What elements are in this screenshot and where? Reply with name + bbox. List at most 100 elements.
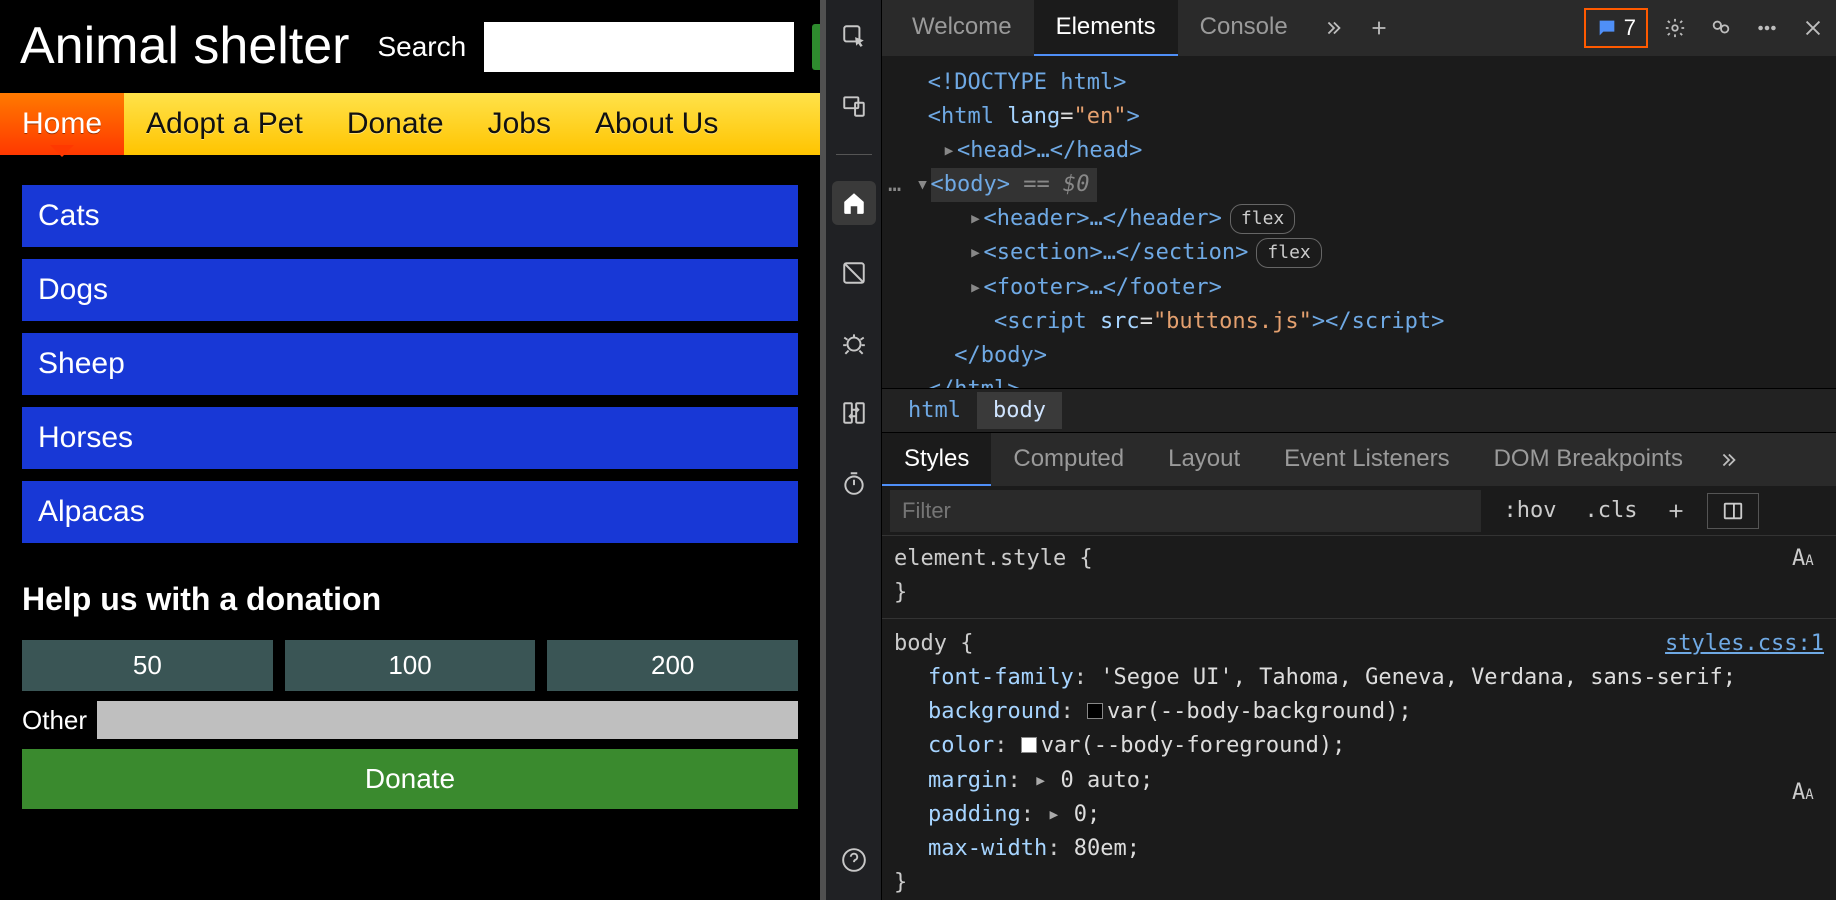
breadcrumb: html body — [882, 388, 1836, 432]
donate-50[interactable]: 50 — [22, 640, 273, 691]
stopwatch-icon[interactable] — [832, 461, 876, 505]
search-label: Search — [377, 31, 466, 63]
image-off-icon[interactable] — [832, 251, 876, 295]
devtools-main: Welcome Elements Console 7 <!DOCTYPE htm… — [882, 0, 1836, 900]
nav-about[interactable]: About Us — [573, 93, 740, 155]
page-content: Cats Dogs Sheep Horses Alpacas Help us w… — [0, 155, 820, 839]
donate-100[interactable]: 100 — [285, 640, 536, 691]
devtools: Welcome Elements Console 7 <!DOCTYPE htm… — [820, 0, 1836, 900]
dom-html-close[interactable]: </html> — [928, 377, 1021, 388]
nav-home[interactable]: Home — [0, 93, 124, 155]
selector-body[interactable]: body { — [894, 627, 973, 661]
collapse-icon[interactable]: ▾ — [915, 168, 931, 202]
dom-doctype[interactable]: <!DOCTYPE html> — [928, 70, 1127, 95]
inspect-icon[interactable] — [832, 14, 876, 58]
devtools-tabs: Welcome Elements Console 7 — [882, 0, 1836, 56]
tab-console[interactable]: Console — [1178, 0, 1310, 56]
animal-horses[interactable]: Horses — [22, 407, 798, 469]
filter-input[interactable] — [890, 490, 1481, 532]
nav-donate[interactable]: Donate — [325, 93, 466, 155]
donate-heading: Help us with a donation — [22, 581, 798, 618]
dom-script[interactable]: <script — [994, 309, 1100, 334]
new-rule-icon[interactable] — [1651, 486, 1701, 535]
search-input[interactable] — [484, 22, 794, 72]
body-rule-head: body { styles.css:1 — [894, 627, 1824, 661]
expand-icon[interactable]: ▸ — [1047, 802, 1074, 827]
animal-sheep[interactable]: Sheep — [22, 333, 798, 395]
hov-button[interactable]: :hov — [1489, 486, 1570, 535]
font-size-icon[interactable]: AA — [1792, 776, 1822, 806]
nav-adopt[interactable]: Adopt a Pet — [124, 93, 325, 155]
other-input[interactable] — [97, 701, 798, 739]
dom-html-open[interactable]: <html — [928, 104, 1007, 129]
sub-dom-breakpoints[interactable]: DOM Breakpoints — [1472, 433, 1705, 486]
swatch-icon[interactable] — [1021, 737, 1037, 753]
dom-body[interactable]: <body> — [931, 172, 1010, 197]
swatch-icon[interactable] — [1087, 703, 1103, 719]
prop-max-width[interactable]: max-width: 80em; — [894, 832, 1824, 866]
cls-button[interactable]: .cls — [1570, 486, 1651, 535]
search-wrap: Search go — [377, 22, 873, 72]
expand-icon[interactable]: ▸ — [1034, 768, 1061, 793]
feedback-icon[interactable] — [1698, 0, 1744, 56]
other-label: Other — [22, 705, 87, 736]
toggle-sidebar-icon[interactable] — [1707, 493, 1759, 529]
more-subtabs-icon[interactable] — [1705, 433, 1751, 486]
animal-cats[interactable]: Cats — [22, 185, 798, 247]
home-icon[interactable] — [832, 181, 876, 225]
prop-font-family[interactable]: font-family: 'Segoe UI', Tahoma, Geneva,… — [894, 661, 1824, 695]
source-link[interactable]: styles.css:1 — [1665, 627, 1824, 661]
donate-button[interactable]: Donate — [22, 749, 798, 809]
crumb-body[interactable]: body — [977, 392, 1062, 429]
bug-icon[interactable] — [832, 321, 876, 365]
animal-list: Cats Dogs Sheep Horses Alpacas — [22, 185, 798, 543]
expand-icon[interactable]: ▸ — [967, 271, 983, 305]
animal-dogs[interactable]: Dogs — [22, 259, 798, 321]
issues-badge[interactable]: 7 — [1584, 8, 1648, 48]
new-tab-icon[interactable] — [1356, 0, 1402, 56]
expand-icon[interactable]: ▸ — [967, 236, 983, 270]
sub-layout[interactable]: Layout — [1146, 433, 1262, 486]
device-icon[interactable] — [832, 84, 876, 128]
rendered-page: Animal shelter Search go Home Adopt a Pe… — [0, 0, 820, 900]
activity-bar — [820, 0, 882, 900]
font-size-icon[interactable]: AA — [1792, 542, 1822, 572]
dom-tree[interactable]: <!DOCTYPE html> <html lang="en"> ▸<head>… — [882, 56, 1836, 388]
crumb-html[interactable]: html — [892, 392, 977, 429]
sub-event-listeners[interactable]: Event Listeners — [1262, 433, 1471, 486]
dom-body-close[interactable]: </body> — [954, 343, 1047, 368]
expand-icon[interactable]: ▸ — [967, 202, 983, 236]
navbar: Home Adopt a Pet Donate Jobs About Us — [0, 93, 820, 155]
donate-200[interactable]: 200 — [547, 640, 798, 691]
styles-panel[interactable]: AA element.style { } body { styles.css:1… — [882, 536, 1836, 900]
prop-margin[interactable]: margin: ▸ 0 auto; — [894, 764, 1824, 798]
flex-pill[interactable]: flex — [1256, 238, 1321, 268]
flex-pill[interactable]: flex — [1230, 204, 1295, 234]
prop-padding[interactable]: padding: ▸ 0; — [894, 798, 1824, 832]
site-title: Animal shelter — [20, 18, 349, 75]
nav-jobs[interactable]: Jobs — [466, 93, 573, 155]
dom-footer[interactable]: <footer>…</footer> — [983, 275, 1221, 300]
prop-background[interactable]: background: var(--body-background); — [894, 695, 1824, 729]
gear-icon[interactable] — [1652, 0, 1698, 56]
swap-icon[interactable] — [832, 391, 876, 435]
sub-computed[interactable]: Computed — [991, 433, 1146, 486]
element-style-rule[interactable]: element.style { — [894, 542, 1824, 576]
divider — [836, 154, 872, 155]
issues-icon — [1596, 17, 1618, 39]
styles-sub-tabs: Styles Computed Layout Event Listeners D… — [882, 432, 1836, 486]
issues-count: 7 — [1624, 15, 1636, 41]
close-icon[interactable] — [1790, 0, 1836, 56]
more-tabs-icon[interactable] — [1310, 0, 1356, 56]
prop-color[interactable]: color: var(--body-foreground); — [894, 729, 1824, 763]
tab-welcome[interactable]: Welcome — [890, 0, 1034, 56]
dom-head[interactable]: <head>…</head> — [957, 138, 1142, 163]
more-icon[interactable] — [1744, 0, 1790, 56]
sub-styles[interactable]: Styles — [882, 433, 991, 486]
tab-elements[interactable]: Elements — [1034, 0, 1178, 56]
dom-header[interactable]: <header>…</header> — [983, 206, 1221, 231]
animal-alpacas[interactable]: Alpacas — [22, 481, 798, 543]
help-icon[interactable] — [832, 838, 876, 882]
expand-icon[interactable]: ▸ — [941, 134, 957, 168]
dom-section[interactable]: <section>…</section> — [983, 240, 1248, 265]
